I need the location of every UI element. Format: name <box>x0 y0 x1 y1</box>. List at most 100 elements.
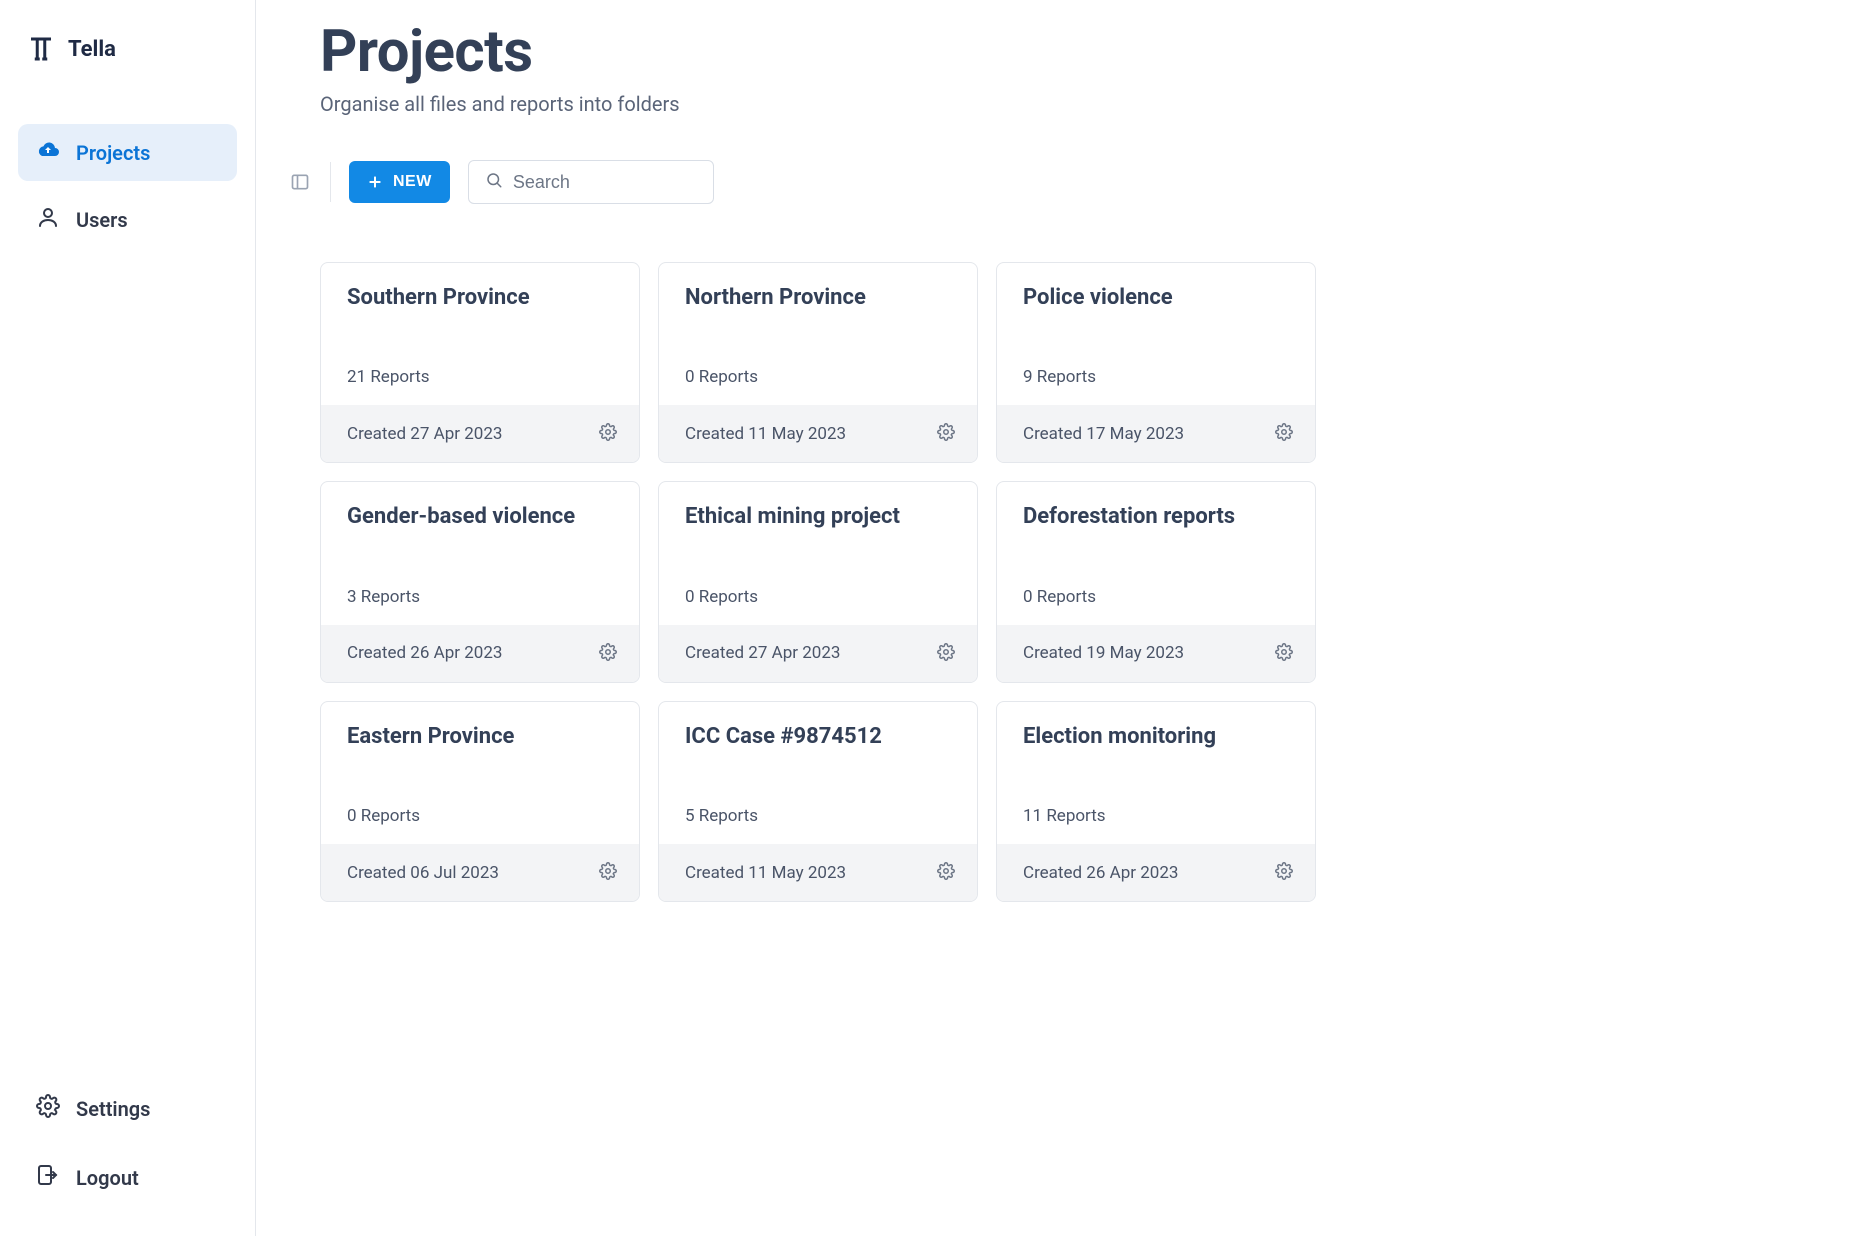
sidebar-collapse-icon[interactable] <box>290 172 310 192</box>
project-title: Southern Province <box>347 285 613 311</box>
project-settings-button[interactable] <box>1273 421 1295 446</box>
project-card-body: Deforestation reports 0 Reports <box>997 482 1315 624</box>
project-card-footer: Created 27 Apr 2023 <box>659 625 977 682</box>
sidebar-spacer <box>18 248 237 1080</box>
plus-icon <box>367 174 383 190</box>
project-card-footer: Created 26 Apr 2023 <box>321 625 639 682</box>
gear-icon <box>937 649 955 664</box>
project-card[interactable]: ICC Case #98745125 Reports Created 11 May… <box>658 701 978 902</box>
project-created: Created 27 Apr 2023 <box>347 424 502 444</box>
project-created: Created 26 Apr 2023 <box>1023 863 1178 883</box>
sidebar-item-projects[interactable]: Projects <box>18 124 237 181</box>
project-settings-button[interactable] <box>597 860 619 885</box>
project-card-body: Police violence 9 Reports <box>997 263 1315 405</box>
cloud-upload-icon <box>36 138 60 167</box>
project-created: Created 17 May 2023 <box>1023 424 1184 444</box>
search-icon <box>485 171 503 193</box>
logo-icon <box>26 34 56 64</box>
gear-icon <box>1275 429 1293 444</box>
sidebar: Tella Projects Users <box>0 0 256 1236</box>
project-title: Police violence <box>1023 285 1289 311</box>
sidebar-item-label: Projects <box>76 141 150 165</box>
project-card[interactable]: Election monitoring 11 Reports Created 26 … <box>996 701 1316 902</box>
project-reports: 0 Reports <box>1023 587 1289 607</box>
project-reports: 0 Reports <box>685 587 951 607</box>
project-reports: 0 Reports <box>685 367 951 387</box>
project-reports: 9 Reports <box>1023 367 1289 387</box>
sidebar-item-label: Users <box>76 208 128 232</box>
project-title: Deforestation reports <box>1023 504 1289 530</box>
project-card[interactable]: Deforestation reports 0 Reports Created 19… <box>996 481 1316 682</box>
gear-icon <box>1275 649 1293 664</box>
gear-icon <box>599 868 617 883</box>
project-card-body: ICC Case #98745125 Reports <box>659 702 977 844</box>
project-title: Eastern Province <box>347 724 613 750</box>
new-button[interactable]: NEW <box>349 161 450 203</box>
gear-icon <box>937 429 955 444</box>
main: Projects Organise all files and reports … <box>256 0 1866 1236</box>
gear-icon <box>599 429 617 444</box>
project-card-footer: Created 19 May 2023 <box>997 625 1315 682</box>
page-subtitle: Organise all files and reports into fold… <box>320 92 1806 116</box>
project-card[interactable]: Ethical mining project 0 Reports Created 2… <box>658 481 978 682</box>
user-icon <box>36 205 60 234</box>
project-settings-button[interactable] <box>1273 641 1295 666</box>
sidebar-item-users[interactable]: Users <box>18 191 237 248</box>
project-reports: 21 Reports <box>347 367 613 387</box>
brand: Tella <box>18 30 237 104</box>
project-card-body: Southern Province 21 Reports <box>321 263 639 405</box>
project-card-body: Ethical mining project 0 Reports <box>659 482 977 624</box>
project-card[interactable]: Eastern Province 0 Reports Created 06 Jul … <box>320 701 640 902</box>
gear-icon <box>36 1094 60 1123</box>
project-settings-button[interactable] <box>935 421 957 446</box>
project-title: ICC Case #9874512 <box>685 724 951 750</box>
project-title: Ethical mining project <box>685 504 951 530</box>
projects-grid: Southern Province 21 Reports Created 27 Ap… <box>320 262 1806 902</box>
sidebar-item-label: Logout <box>76 1166 139 1190</box>
page-title: Projects <box>320 18 1806 86</box>
logout-icon <box>36 1163 60 1192</box>
project-card-footer: Created 06 Jul 2023 <box>321 844 639 901</box>
project-reports: 3 Reports <box>347 587 613 607</box>
project-created: Created 26 Apr 2023 <box>347 643 502 663</box>
project-created: Created 06 Jul 2023 <box>347 863 499 883</box>
project-card[interactable]: Police violence 9 Reports Created 17 May 2… <box>996 262 1316 463</box>
project-reports: 0 Reports <box>347 806 613 826</box>
project-card[interactable]: Gender-based violence 3 Reports Created 26… <box>320 481 640 682</box>
project-card-body: Eastern Province 0 Reports <box>321 702 639 844</box>
project-card-footer: Created 11 May 2023 <box>659 405 977 462</box>
sidebar-item-settings[interactable]: Settings <box>18 1080 237 1137</box>
gear-icon <box>599 649 617 664</box>
new-button-label: NEW <box>393 173 432 191</box>
project-card-footer: Created 27 Apr 2023 <box>321 405 639 462</box>
gear-icon <box>937 868 955 883</box>
sidebar-item-logout[interactable]: Logout <box>18 1149 237 1206</box>
toolbar: NEW <box>290 160 1806 204</box>
project-created: Created 11 May 2023 <box>685 424 846 444</box>
project-settings-button[interactable] <box>597 421 619 446</box>
project-card-body: Northern Province 0 Reports <box>659 263 977 405</box>
project-title: Northern Province <box>685 285 951 311</box>
project-title: Election monitoring <box>1023 724 1289 750</box>
gear-icon <box>1275 868 1293 883</box>
project-created: Created 27 Apr 2023 <box>685 643 840 663</box>
brand-name: Tella <box>68 37 116 62</box>
project-settings-button[interactable] <box>935 641 957 666</box>
project-created: Created 19 May 2023 <box>1023 643 1184 663</box>
sidebar-item-label: Settings <box>76 1097 150 1121</box>
project-card-footer: Created 17 May 2023 <box>997 405 1315 462</box>
toolbar-divider <box>330 162 331 202</box>
project-settings-button[interactable] <box>597 641 619 666</box>
search-input[interactable] <box>513 172 697 193</box>
project-settings-button[interactable] <box>935 860 957 885</box>
project-card-body: Gender-based violence 3 Reports <box>321 482 639 624</box>
project-card[interactable]: Southern Province 21 Reports Created 27 Ap… <box>320 262 640 463</box>
project-card-footer: Created 26 Apr 2023 <box>997 844 1315 901</box>
project-card[interactable]: Northern Province 0 Reports Created 11 May… <box>658 262 978 463</box>
project-reports: 11 Reports <box>1023 806 1289 826</box>
project-settings-button[interactable] <box>1273 860 1295 885</box>
project-title: Gender-based violence <box>347 504 613 530</box>
project-created: Created 11 May 2023 <box>685 863 846 883</box>
search-field[interactable] <box>468 160 714 204</box>
sidebar-nav: Projects Users <box>18 124 237 248</box>
